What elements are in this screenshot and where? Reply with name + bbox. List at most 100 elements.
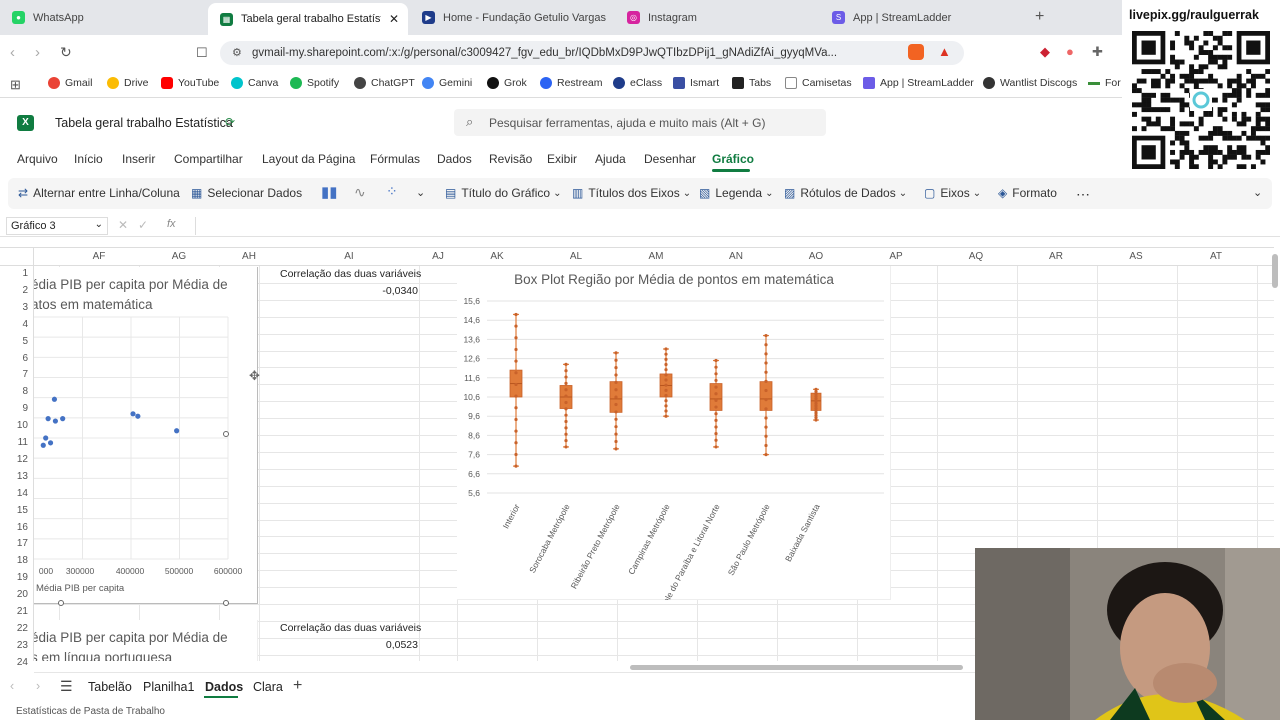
tab-compartilhar[interactable]: Compartilhar xyxy=(174,152,243,166)
scatter-chart-icon[interactable]: ⁘ xyxy=(386,183,398,200)
row-header[interactable]: 16 xyxy=(0,522,30,533)
column-header[interactable]: AR xyxy=(1016,251,1096,262)
bookmark-icon[interactable]: ☐ xyxy=(196,45,208,61)
column-header[interactable]: AS xyxy=(1096,251,1176,262)
column-header[interactable]: AK xyxy=(457,251,537,262)
reload-icon[interactable]: ↻ xyxy=(60,44,72,61)
rewards-icon[interactable]: ▲ xyxy=(938,44,951,59)
bookmark-more[interactable]: For xyxy=(1088,77,1121,89)
axis-titles-button[interactable]: ▥ Títulos dos Eixos ⌄ xyxy=(572,186,691,200)
formula-input[interactable] xyxy=(195,217,1270,235)
column-header[interactable]: AG xyxy=(139,251,219,262)
bookmark-chatgpt[interactable]: ChatGPT xyxy=(354,77,415,89)
tab-dados[interactable]: Dados xyxy=(437,152,472,166)
tab-excel[interactable]: ▦Tabela geral trabalho Estatística✕ xyxy=(208,3,408,35)
switch-row-col-button[interactable]: ⇄ Alternar entre Linha/Coluna xyxy=(18,186,180,200)
row-header[interactable]: 2 xyxy=(0,285,30,296)
bookmark-discogs[interactable]: Wantlist Discogs xyxy=(983,77,1077,89)
bookmark-youtube[interactable]: YouTube xyxy=(161,77,219,89)
column-header[interactable]: AM xyxy=(616,251,696,262)
site-settings-icon[interactable]: ⚙ xyxy=(232,46,242,59)
bookmark-spotify[interactable]: Spotify xyxy=(290,77,339,89)
resize-handle[interactable] xyxy=(58,600,64,606)
row-header[interactable]: 19 xyxy=(0,572,30,583)
extension-icon[interactable]: ● xyxy=(1066,44,1074,59)
row-header[interactable]: 24 xyxy=(0,657,30,668)
url-field[interactable]: gvmail-my.sharepoint.com/:x:/g/personal/… xyxy=(220,41,964,65)
extension-icon[interactable]: ◆ xyxy=(1040,44,1050,60)
tab-whatsapp[interactable]: ● WhatsApp xyxy=(0,4,205,31)
row-header[interactable]: 23 xyxy=(0,640,30,651)
tab-inicio[interactable]: Início xyxy=(74,152,103,166)
box-plot-chart[interactable]: Box Plot Região por Média de pontos em m… xyxy=(457,266,891,600)
bar-chart-icon[interactable]: ▮▮ xyxy=(321,183,338,201)
data-labels-button[interactable]: ▨ Rótulos de Dados ⌄ xyxy=(784,186,907,200)
sheet-tab-active[interactable]: Dados xyxy=(205,680,243,694)
bookmark-gemini[interactable]: Gemini xyxy=(422,77,472,89)
apps-icon[interactable]: ⊞ xyxy=(10,77,21,93)
column-header[interactable]: AT xyxy=(1176,251,1256,262)
row-header[interactable]: 9 xyxy=(0,403,30,414)
chart-title-button[interactable]: ▤ Título do Gráfico ⌄ xyxy=(445,186,561,200)
all-sheets-icon[interactable]: ☰ xyxy=(60,678,73,695)
tab-arquivo[interactable]: Arquivo xyxy=(17,152,58,166)
brave-icon[interactable] xyxy=(908,44,924,60)
sheet-tab[interactable]: Planilha1 xyxy=(143,680,194,694)
column-header[interactable]: AO xyxy=(776,251,856,262)
bookmark-canva[interactable]: Canva xyxy=(231,77,278,89)
forward-icon[interactable]: › xyxy=(35,44,40,61)
tab-fgv[interactable]: ▶ Home - Fundação Getulio Vargas xyxy=(410,4,615,31)
next-sheet-icon[interactable]: › xyxy=(36,679,40,693)
row-header[interactable]: 21 xyxy=(0,606,30,617)
puzzle-icon[interactable]: ✚ xyxy=(1092,44,1103,60)
bookmark-restream[interactable]: Restream xyxy=(540,77,603,89)
row-header[interactable]: 1 xyxy=(0,268,30,279)
row-header[interactable]: 3 xyxy=(0,302,30,313)
row-header[interactable]: 11 xyxy=(0,437,30,448)
bookmark-tabs[interactable]: Tabs xyxy=(732,77,771,89)
row-header[interactable]: 18 xyxy=(0,555,30,566)
column-header[interactable]: AL xyxy=(536,251,616,262)
horizontal-scrollbar[interactable] xyxy=(630,665,963,670)
bookmark-grok[interactable]: Grok xyxy=(487,77,527,89)
column-header[interactable]: AQ xyxy=(936,251,1016,262)
row-header[interactable]: 20 xyxy=(0,589,30,600)
row-header[interactable]: 22 xyxy=(0,623,30,634)
column-header[interactable]: AH xyxy=(209,251,289,262)
add-sheet-icon[interactable]: + xyxy=(293,677,302,695)
fx-icon[interactable]: fx xyxy=(167,218,176,230)
chevron-down-icon[interactable]: ⌄ xyxy=(416,186,425,199)
prev-sheet-icon[interactable]: ‹ xyxy=(10,679,14,693)
search-box[interactable]: ⌕ Pesquisar ferramentas, ajuda e muito m… xyxy=(454,109,826,136)
row-header[interactable]: 10 xyxy=(0,420,30,431)
second-scatter-chart[interactable]: édia PIB per capita por Média de s em lín… xyxy=(34,620,258,661)
axes-button[interactable]: ▢ Eixos ⌄ xyxy=(924,186,981,200)
sheet-tab[interactable]: Tabelão xyxy=(88,680,132,694)
line-chart-icon[interactable]: ∿ xyxy=(354,184,366,201)
vertical-scrollbar[interactable] xyxy=(1272,254,1278,288)
bookmark-gmail[interactable]: Gmail xyxy=(48,77,92,89)
tab-grafico[interactable]: Gráfico xyxy=(712,152,754,166)
row-header[interactable]: 8 xyxy=(0,386,30,397)
bookmark-streamladder[interactable]: App | StreamLadder xyxy=(863,77,974,89)
row-header[interactable]: 4 xyxy=(0,319,30,330)
tab-instagram[interactable]: ◎ Instagram xyxy=(615,4,820,31)
tab-ajuda[interactable]: Ajuda xyxy=(595,152,626,166)
tab-layout[interactable]: Layout da Página xyxy=(262,152,355,166)
tab-streamladder[interactable]: S App | StreamLadder xyxy=(820,4,1025,31)
bookmark-camisetas[interactable]: Camisetas xyxy=(785,77,852,89)
new-tab-icon[interactable]: + xyxy=(1035,8,1044,26)
workbook-statistics[interactable]: Estatísticas de Pasta de Trabalho xyxy=(16,706,165,717)
column-header[interactable]: AI xyxy=(309,251,389,262)
row-header[interactable]: 6 xyxy=(0,353,30,364)
row-header[interactable]: 7 xyxy=(0,369,30,380)
back-icon[interactable]: ‹ xyxy=(10,44,15,61)
resize-handle[interactable] xyxy=(223,431,229,437)
tab-revisao[interactable]: Revisão xyxy=(489,152,532,166)
row-header[interactable]: 17 xyxy=(0,538,30,549)
resize-handle[interactable] xyxy=(223,600,229,606)
file-title[interactable]: Tabela geral trabalho Estatística xyxy=(55,116,233,130)
row-header[interactable]: 13 xyxy=(0,471,30,482)
row-header[interactable]: 14 xyxy=(0,488,30,499)
sheet-tab[interactable]: Clara xyxy=(253,680,283,694)
